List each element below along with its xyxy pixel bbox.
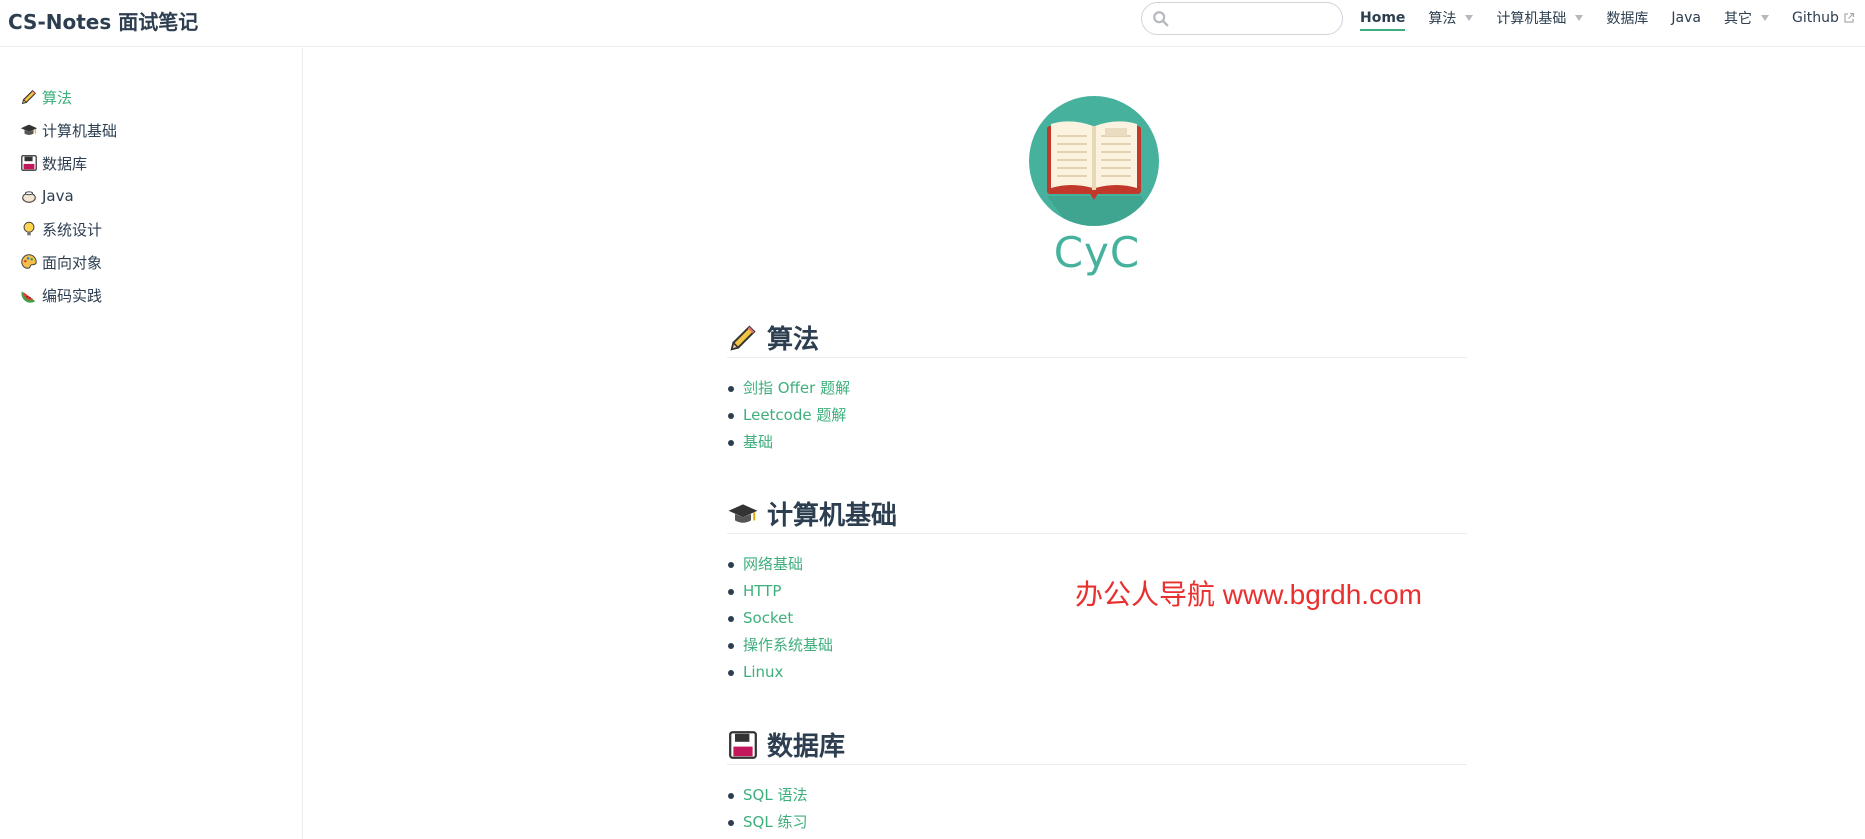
link-sql-practice[interactable]: SQL 练习 <box>743 813 807 831</box>
list-item: SQL 练习 <box>727 809 807 836</box>
sidebar-item-label: 数据库 <box>42 154 88 173</box>
pencil-icon <box>21 89 37 105</box>
search-box[interactable] <box>1141 2 1343 35</box>
sidebar-item-label: 算法 <box>42 88 73 107</box>
sidebar-item-label: 系统设计 <box>42 220 103 239</box>
list-item: Linux <box>727 659 833 686</box>
pencil-icon <box>730 324 756 351</box>
link-http[interactable]: HTTP <box>743 582 781 600</box>
link-network-basics[interactable]: 网络基础 <box>743 555 803 573</box>
nav-algorithm-dropdown[interactable]: 算法 <box>1428 0 1474 36</box>
caret-down-icon <box>1761 15 1769 21</box>
nav-github[interactable]: Github <box>1792 0 1855 36</box>
floppy-disk-icon <box>729 730 757 759</box>
section-links-cs-basics: 网络基础 HTTP Socket 操作系统基础 Linux <box>727 551 833 686</box>
hero-logo <box>1029 96 1159 226</box>
section-title-text: 计算机基础 <box>767 501 898 531</box>
nav-java[interactable]: Java <box>1671 0 1701 36</box>
nav-database-label: 数据库 <box>1606 11 1649 27</box>
watermelon-icon <box>21 291 36 303</box>
floppy-disk-icon <box>21 155 37 171</box>
list-item: Socket <box>727 605 833 632</box>
nav-home-label: Home <box>1360 10 1406 26</box>
nav-algorithm-label: 算法 <box>1428 11 1457 27</box>
nav-database[interactable]: 数据库 <box>1606 0 1648 36</box>
top-navbar: CS-Notes 面试笔记 Home 算法 计算机基础 数据库 Java 其它 … <box>0 0 1865 47</box>
hero-name: CyC <box>1053 228 1141 277</box>
palette-icon <box>21 254 37 269</box>
external-link-icon <box>1844 12 1854 23</box>
site-title[interactable]: CS-Notes 面试笔记 <box>8 6 198 35</box>
caret-down-icon <box>1575 15 1584 21</box>
list-item: 基础 <box>727 429 850 456</box>
nav-cs-basics-dropdown[interactable]: 计算机基础 <box>1496 0 1584 36</box>
section-heading-database: 数据库 <box>727 725 1467 765</box>
teapot-icon <box>22 191 36 203</box>
graduation-cap-icon <box>728 503 758 523</box>
graduation-cap-icon <box>20 124 38 135</box>
link-leetcode[interactable]: Leetcode 题解 <box>743 406 846 424</box>
sidebar-item-oop[interactable]: 面向对象 <box>20 251 102 273</box>
sidebar: 算法 计算机基础 数据库 Java 系统设计 面向对象 编码实践 <box>0 48 303 839</box>
link-algorithm-basics[interactable]: 基础 <box>743 433 773 451</box>
sidebar-item-database[interactable]: 数据库 <box>20 152 87 174</box>
link-os-basics[interactable]: 操作系统基础 <box>743 636 833 654</box>
nav-other-label: 其它 <box>1724 11 1752 27</box>
sidebar-item-coding-practice[interactable]: 编码实践 <box>20 284 102 306</box>
sidebar-item-algorithm[interactable]: 算法 <box>20 86 72 108</box>
section-heading-algorithm: 算法 <box>727 318 1467 358</box>
nav-github-label: Github <box>1792 10 1839 26</box>
nav-links: Home 算法 计算机基础 数据库 Java 其它 Github <box>1360 0 1855 36</box>
sidebar-item-system-design[interactable]: 系统设计 <box>20 218 102 240</box>
list-item: 操作系统基础 <box>727 632 833 659</box>
section-title-text: 算法 <box>767 325 820 355</box>
sidebar-item-label: 面向对象 <box>42 253 103 272</box>
watermark-text: 办公人导航 www.bgrdh.com <box>1075 579 1422 610</box>
list-item: 剑指 Offer 题解 <box>727 375 850 402</box>
sidebar-item-java[interactable]: Java <box>20 185 74 207</box>
search-icon <box>1153 11 1169 27</box>
section-links-database: SQL 语法 SQL 练习 <box>727 782 807 836</box>
section-links-algorithm: 剑指 Offer 题解 Leetcode 题解 基础 <box>727 375 850 456</box>
section-heading-cs-basics: 计算机基础 <box>727 494 1467 534</box>
list-item: Leetcode 题解 <box>727 402 850 429</box>
sidebar-item-label: Java <box>42 187 74 205</box>
nav-home[interactable]: Home <box>1360 0 1406 36</box>
section-title-text: 数据库 <box>767 732 846 762</box>
link-sql-syntax[interactable]: SQL 语法 <box>743 786 807 804</box>
search-input[interactable] <box>1178 8 1334 30</box>
open-book-icon <box>1047 121 1159 226</box>
link-linux[interactable]: Linux <box>743 663 783 681</box>
sidebar-item-cs-basics[interactable]: 计算机基础 <box>20 119 117 141</box>
sidebar-item-label: 计算机基础 <box>42 121 118 140</box>
list-item: HTTP <box>727 578 833 605</box>
sidebar-item-label: 编码实践 <box>42 286 103 305</box>
nav-cs-basics-label: 计算机基础 <box>1496 11 1567 27</box>
list-item: 网络基础 <box>727 551 833 578</box>
list-item: SQL 语法 <box>727 782 807 809</box>
link-socket[interactable]: Socket <box>743 609 793 627</box>
lightbulb-icon <box>23 221 35 236</box>
nav-java-label: Java <box>1671 10 1701 26</box>
caret-down-icon <box>1465 15 1474 21</box>
link-sword-offer[interactable]: 剑指 Offer 题解 <box>743 379 850 397</box>
nav-other-dropdown[interactable]: 其它 <box>1724 0 1769 36</box>
